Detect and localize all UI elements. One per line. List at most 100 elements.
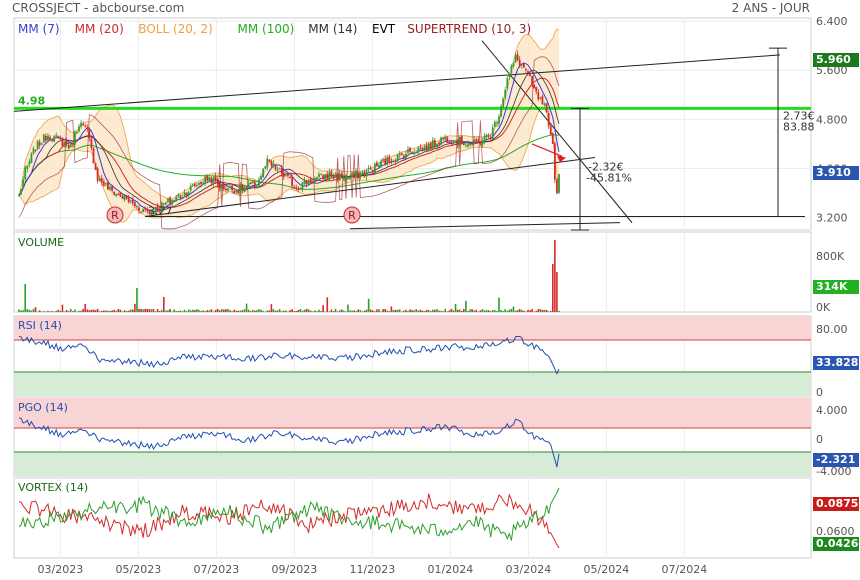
volume-bar	[380, 311, 382, 312]
candle-body	[133, 202, 136, 207]
volume-bar	[280, 311, 283, 312]
gain-pct-label: 83.88	[783, 120, 815, 133]
candle-body	[371, 170, 374, 173]
candle-body	[303, 180, 306, 184]
candle-body	[278, 168, 281, 170]
volume-bar	[558, 310, 560, 312]
volume-bar	[59, 311, 62, 312]
candle-body	[247, 183, 250, 187]
candle-body	[541, 96, 544, 105]
candle-body	[475, 139, 478, 142]
volume-bar	[305, 308, 308, 312]
candle-body	[390, 161, 393, 163]
volume-bar	[208, 310, 211, 312]
candle-body	[353, 174, 356, 177]
candle-body	[63, 142, 66, 146]
candle-body	[249, 182, 252, 185]
volume-bar	[74, 309, 76, 312]
candle-body	[104, 183, 107, 185]
volume-bar	[247, 309, 250, 312]
candle-body	[450, 141, 453, 144]
volume-bar	[463, 308, 465, 312]
volume-bar	[394, 309, 397, 312]
volume-bar	[520, 309, 523, 312]
candle-body	[417, 148, 420, 153]
volume-bar	[214, 310, 217, 312]
vortex-plus-badge: 0.0875	[813, 497, 859, 511]
candle-body	[291, 176, 294, 186]
volume-bar	[196, 309, 198, 312]
volume-bar	[518, 309, 521, 312]
volume-bar	[272, 309, 275, 312]
candle-body	[479, 141, 482, 144]
volume-bar	[88, 310, 91, 312]
volume-bar	[539, 309, 542, 312]
volume-bar	[514, 310, 517, 312]
candle-body	[24, 167, 27, 180]
volume-bar	[330, 309, 333, 312]
volume-bar	[216, 308, 219, 312]
period-label[interactable]: 2 ANS - JOUR	[732, 1, 810, 15]
volume-bar	[266, 310, 269, 312]
candle-body	[231, 185, 234, 191]
volume-bar	[527, 309, 529, 312]
volume-bar	[152, 309, 155, 312]
volume-bar	[169, 309, 171, 312]
volume-bar	[127, 310, 130, 312]
candle-body	[276, 169, 279, 171]
candle-body	[256, 186, 258, 188]
candle-body	[400, 153, 403, 155]
candle-body	[123, 195, 126, 201]
candle-body	[258, 179, 260, 186]
volume-bar	[117, 308, 120, 312]
candle-body	[454, 140, 457, 143]
candle-body	[508, 73, 511, 77]
candle-body	[193, 184, 196, 187]
volume-bar	[407, 310, 409, 312]
volume-bar	[160, 309, 163, 312]
volume-bar	[516, 310, 519, 312]
volume-bar	[454, 303, 457, 312]
candle-body	[42, 134, 45, 143]
volume-bar	[316, 311, 318, 312]
volume-bar	[26, 309, 29, 312]
volume-bar	[496, 311, 498, 312]
volume-bar	[452, 310, 455, 312]
candle-body	[38, 142, 41, 146]
candle-body	[32, 148, 35, 154]
volume-bar	[411, 310, 413, 312]
volume-bar	[549, 311, 552, 312]
volume-bar	[144, 308, 147, 312]
candle-body	[222, 185, 225, 190]
volume-bar	[351, 310, 353, 312]
candle-body	[464, 144, 467, 146]
volume-bar	[100, 310, 103, 312]
volume-bar	[55, 310, 58, 312]
rsi-panel-label: RSI (14)	[18, 319, 62, 332]
candle-body	[332, 175, 335, 177]
low-price-label: 3.27	[148, 205, 173, 218]
volume-bar	[365, 309, 368, 312]
volume-bar	[311, 311, 314, 312]
candle-body	[496, 122, 498, 124]
candle-body	[328, 171, 331, 180]
candle-body	[357, 172, 360, 179]
candle-body	[384, 158, 387, 165]
volume-bar	[479, 310, 482, 312]
volume-bar	[363, 310, 366, 312]
volume-bar	[347, 304, 349, 312]
volume-bar	[328, 311, 331, 312]
volume-bar	[409, 309, 411, 312]
candle-body	[347, 177, 349, 179]
candle-body	[264, 166, 267, 169]
volume-bar	[268, 310, 271, 312]
volume-bar	[469, 309, 471, 312]
candle-body	[88, 129, 91, 139]
candle-body	[214, 176, 217, 181]
candle-body	[522, 63, 525, 68]
candle-body	[301, 182, 304, 190]
volume-bar	[456, 309, 459, 312]
candle-body	[181, 196, 184, 198]
volume-bar	[541, 309, 544, 312]
volume-bar	[111, 310, 113, 312]
